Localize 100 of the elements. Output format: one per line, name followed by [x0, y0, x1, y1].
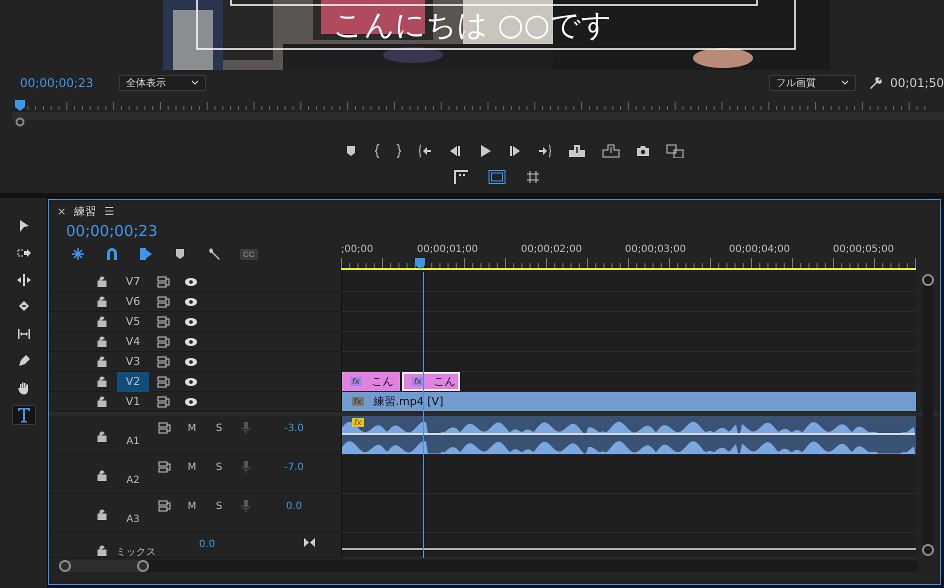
ruler-label: 00;00;04;00 [729, 244, 792, 257]
lock-icon [97, 276, 107, 287]
grid-button[interactable] [524, 168, 542, 186]
hand-icon [16, 381, 30, 395]
sync-lock-icon[interactable] [157, 374, 171, 388]
sync-lock-icon[interactable] [157, 334, 171, 348]
sequence-timecode[interactable]: 00;00;00;23 [66, 222, 341, 240]
snap-button[interactable] [104, 246, 120, 262]
duration-timecode: 00;01;50 [890, 76, 944, 90]
sync-lock-icon[interactable] [158, 421, 172, 435]
compare-view-icon [666, 144, 684, 158]
track-label[interactable]: A2 [126, 474, 140, 486]
ruler-label: 00;00;01;00 [417, 244, 480, 257]
fx-badge: fx [352, 418, 364, 427]
camera-icon [636, 144, 650, 158]
volume-value[interactable]: -7.0 [284, 462, 304, 472]
lock-icon [97, 296, 107, 307]
chevron-icon [841, 79, 850, 87]
linked-button[interactable] [138, 246, 154, 262]
track-label[interactable]: V1 [117, 392, 149, 412]
sync-lock-icon[interactable] [157, 394, 171, 408]
title-clip[interactable]: fx こん [342, 372, 400, 391]
safe-margins-button[interactable] [488, 168, 506, 186]
grid-icon [526, 170, 540, 184]
nest-button[interactable] [70, 246, 86, 262]
mute-button[interactable]: M [188, 422, 196, 434]
clip-name: こん [372, 374, 394, 389]
track-label[interactable]: V3 [117, 352, 149, 372]
quality-dropdown[interactable]: フル画質 [769, 75, 856, 91]
track-label[interactable]: V2 [117, 372, 149, 392]
track-label[interactable]: V5 [117, 312, 149, 332]
track-label[interactable]: V7 [117, 272, 149, 292]
mix-label: ミックス [116, 546, 156, 559]
sync-lock-icon[interactable] [157, 294, 171, 308]
solo-button[interactable]: S [216, 500, 222, 512]
slip-icon [16, 327, 30, 341]
ruler-label: 00;00;03;00 [625, 244, 688, 257]
play-icon[interactable] [478, 144, 492, 158]
sync-lock-icon[interactable] [158, 460, 172, 474]
lock-icon [97, 336, 107, 347]
nest-icon [71, 247, 85, 261]
pen-icon [16, 354, 30, 368]
mix-volume-value[interactable]: 0.0 [199, 538, 215, 550]
lock-icon [97, 470, 107, 480]
fx-badge: fx [352, 397, 364, 406]
track-label[interactable]: A1 [126, 436, 140, 446]
mute-button[interactable]: M [188, 462, 196, 472]
chevron-icon [191, 79, 200, 87]
overwrite-icon [602, 144, 620, 158]
solo-button[interactable]: S [216, 462, 222, 472]
linked-selection-icon [139, 247, 153, 261]
sync-lock-icon[interactable] [157, 274, 171, 288]
zoom-dropdown[interactable]: 全体表示 [119, 75, 206, 91]
ruler-label: 00;00;02;00 [521, 244, 584, 257]
go-to-in-icon [418, 144, 432, 158]
insert-icon [568, 144, 586, 158]
magnet-icon [105, 247, 119, 261]
razor-icon [16, 300, 30, 314]
mark-in-icon [374, 144, 380, 158]
title-clip[interactable]: fx こん [402, 372, 460, 391]
close-tab-button[interactable]: × [57, 204, 66, 218]
ripple-edit-icon [16, 273, 30, 287]
wrench-icon[interactable] [868, 76, 882, 90]
sequence-tab[interactable]: 練習 [74, 204, 96, 218]
timeline-ruler[interactable] [341, 258, 916, 272]
vertical-scrollbar[interactable] [923, 274, 933, 556]
track-label[interactable]: V6 [117, 292, 149, 312]
safe-margins-icon [488, 169, 506, 185]
panel-menu-button[interactable]: ☰ [104, 204, 114, 218]
volume-value[interactable]: 0.0 [286, 500, 302, 512]
track-label[interactable]: A3 [126, 514, 140, 524]
video-clip[interactable]: fx 練習.mp4 [V] [342, 392, 916, 411]
lock-icon [97, 376, 107, 387]
step-forward-icon [508, 144, 522, 158]
compare-button[interactable] [452, 168, 470, 186]
sync-lock-icon[interactable] [157, 354, 171, 368]
settings-button[interactable] [206, 246, 222, 262]
sync-lock-icon[interactable] [157, 314, 171, 328]
playhead-timecode[interactable]: 00;00;00;23 [20, 76, 94, 90]
volume-value[interactable]: -3.0 [284, 422, 304, 434]
audio-clip[interactable]: fx [342, 416, 916, 454]
track-label[interactable]: V4 [117, 332, 149, 352]
horizontal-scrollbar[interactable] [59, 560, 919, 572]
type-tool-icon [16, 407, 32, 423]
lock-icon [97, 430, 107, 442]
bowtie-icon [304, 536, 314, 548]
compare-icon [453, 169, 469, 185]
marker-icon [173, 247, 187, 261]
mark-out-icon [396, 144, 402, 158]
type-tool-button[interactable] [12, 405, 36, 425]
track-select-icon [16, 246, 30, 260]
ruler-label: 00;00;05;00 [833, 244, 896, 257]
lock-icon [97, 508, 107, 520]
mute-button[interactable]: M [188, 500, 196, 512]
lock-icon [97, 396, 107, 407]
go-to-out-icon [538, 144, 552, 158]
clip-name: 練習.mp4 [V] [374, 394, 444, 409]
sync-lock-icon[interactable] [158, 499, 172, 513]
solo-button[interactable]: S [216, 422, 222, 434]
lock-icon [97, 316, 107, 327]
